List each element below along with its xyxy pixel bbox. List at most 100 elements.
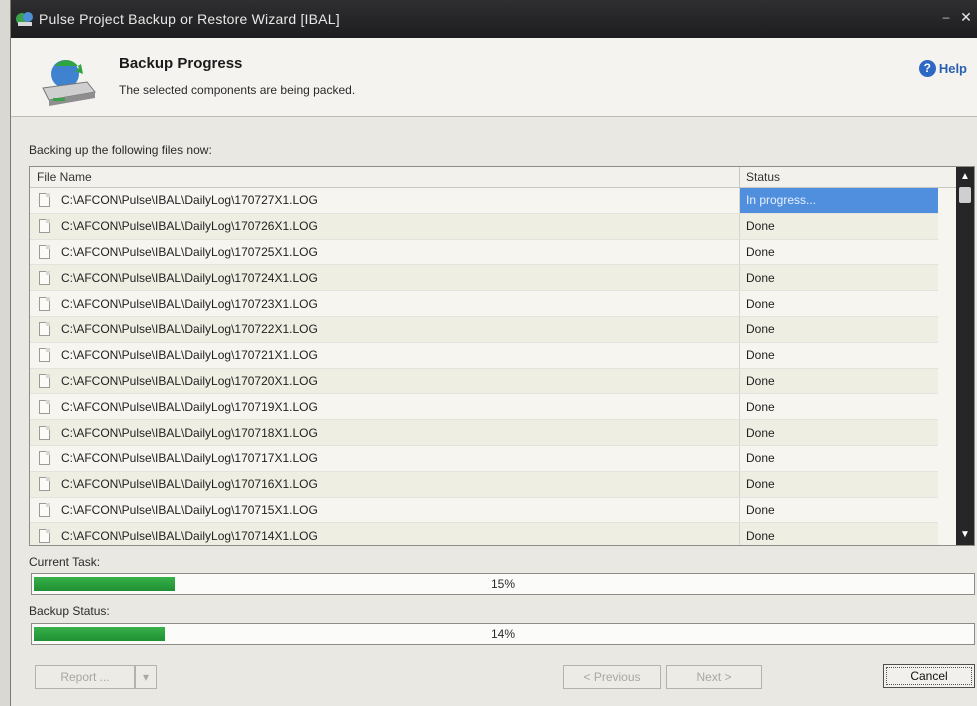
file-cell: C:\AFCON\Pulse\IBAL\DailyLog\170723X1.LO… bbox=[30, 291, 740, 316]
file-icon bbox=[39, 399, 50, 414]
status-cell: Done bbox=[746, 296, 775, 311]
file-cell: C:\AFCON\Pulse\IBAL\DailyLog\170714X1.LO… bbox=[30, 523, 740, 545]
file-path: C:\AFCON\Pulse\IBAL\DailyLog\170725X1.LO… bbox=[61, 244, 318, 259]
previous-button[interactable]: < Previous bbox=[563, 665, 661, 689]
table-row[interactable]: C:\AFCON\Pulse\IBAL\DailyLog\170723X1.LO… bbox=[30, 291, 938, 317]
report-button[interactable]: Report ... bbox=[35, 665, 135, 689]
file-cell: C:\AFCON\Pulse\IBAL\DailyLog\170725X1.LO… bbox=[30, 239, 740, 265]
table-row[interactable]: C:\AFCON\Pulse\IBAL\DailyLog\170727X1.LO… bbox=[30, 188, 938, 214]
minimize-button[interactable]: – bbox=[937, 8, 955, 26]
backup-drive-icon bbox=[42, 60, 96, 106]
next-button[interactable]: Next > bbox=[666, 665, 762, 689]
window-title: Pulse Project Backup or Restore Wizard [… bbox=[39, 11, 340, 27]
file-cell: C:\AFCON\Pulse\IBAL\DailyLog\170721X1.LO… bbox=[30, 342, 740, 368]
file-path: C:\AFCON\Pulse\IBAL\DailyLog\170726X1.LO… bbox=[61, 219, 318, 234]
file-cell: C:\AFCON\Pulse\IBAL\DailyLog\170715X1.LO… bbox=[30, 497, 740, 523]
table-row[interactable]: C:\AFCON\Pulse\IBAL\DailyLog\170719X1.LO… bbox=[30, 394, 938, 421]
page-title: Backup Progress bbox=[119, 55, 243, 72]
report-dropdown-button[interactable]: ▾ bbox=[135, 665, 157, 689]
table-row[interactable]: C:\AFCON\Pulse\IBAL\DailyLog\170726X1.LO… bbox=[30, 213, 938, 240]
file-icon bbox=[39, 296, 50, 311]
backup-status-label: Backup Status: bbox=[29, 604, 110, 618]
current-task-label: Current Task: bbox=[29, 555, 101, 569]
close-button[interactable]: ✕ bbox=[957, 8, 975, 26]
table-rows: C:\AFCON\Pulse\IBAL\DailyLog\170727X1.LO… bbox=[30, 188, 938, 545]
file-path: C:\AFCON\Pulse\IBAL\DailyLog\170715X1.LO… bbox=[61, 502, 318, 517]
scroll-thumb[interactable] bbox=[959, 187, 971, 203]
file-path: C:\AFCON\Pulse\IBAL\DailyLog\170722X1.LO… bbox=[61, 322, 318, 337]
status-cell: Done bbox=[746, 219, 775, 234]
file-icon bbox=[39, 193, 50, 208]
status-cell: Done bbox=[746, 425, 775, 440]
backup-status-percent: 14% bbox=[490, 627, 516, 641]
file-path: C:\AFCON\Pulse\IBAL\DailyLog\170720X1.LO… bbox=[61, 373, 318, 388]
column-header-file-name[interactable]: File Name bbox=[30, 167, 740, 187]
file-path: C:\AFCON\Pulse\IBAL\DailyLog\170718X1.LO… bbox=[61, 425, 318, 440]
file-path: C:\AFCON\Pulse\IBAL\DailyLog\170719X1.LO… bbox=[61, 399, 318, 414]
current-task-progress-bar: 15% bbox=[31, 573, 975, 595]
file-cell: C:\AFCON\Pulse\IBAL\DailyLog\170716X1.LO… bbox=[30, 471, 740, 497]
file-icon bbox=[39, 373, 50, 388]
vertical-scrollbar[interactable]: ▲ ▼ bbox=[956, 167, 974, 545]
file-path: C:\AFCON\Pulse\IBAL\DailyLog\170714X1.LO… bbox=[61, 528, 318, 543]
file-path: C:\AFCON\Pulse\IBAL\DailyLog\170724X1.LO… bbox=[61, 270, 318, 285]
cancel-button[interactable]: Cancel bbox=[883, 664, 975, 688]
table-row[interactable]: C:\AFCON\Pulse\IBAL\DailyLog\170725X1.LO… bbox=[30, 239, 938, 266]
wizard-header: Backup Progress The selected components … bbox=[11, 38, 977, 117]
status-cell: Done bbox=[746, 502, 775, 517]
file-cell: C:\AFCON\Pulse\IBAL\DailyLog\170719X1.LO… bbox=[30, 394, 740, 420]
file-icon bbox=[39, 502, 50, 517]
status-cell: Done bbox=[746, 322, 775, 337]
table-row[interactable]: C:\AFCON\Pulse\IBAL\DailyLog\170721X1.LO… bbox=[30, 342, 938, 369]
chevron-down-icon: ▾ bbox=[142, 670, 150, 684]
status-cell: Done bbox=[746, 451, 775, 466]
status-cell: Done bbox=[746, 373, 775, 388]
table-row[interactable]: C:\AFCON\Pulse\IBAL\DailyLog\170716X1.LO… bbox=[30, 471, 938, 498]
file-path: C:\AFCON\Pulse\IBAL\DailyLog\170717X1.LO… bbox=[61, 451, 318, 466]
help-link[interactable]: ? Help bbox=[918, 60, 967, 77]
table-row[interactable]: C:\AFCON\Pulse\IBAL\DailyLog\170714X1.LO… bbox=[30, 523, 938, 545]
file-path: C:\AFCON\Pulse\IBAL\DailyLog\170727X1.LO… bbox=[61, 193, 318, 208]
files-table: File Name Status C:\AFCON\Pulse\IBAL\Dai… bbox=[29, 166, 975, 546]
file-cell: C:\AFCON\Pulse\IBAL\DailyLog\170722X1.LO… bbox=[30, 316, 740, 342]
file-icon bbox=[39, 451, 50, 466]
status-cell: In progress... bbox=[740, 188, 938, 213]
column-header-status[interactable]: Status bbox=[740, 167, 938, 187]
file-icon bbox=[39, 425, 50, 440]
table-row[interactable]: C:\AFCON\Pulse\IBAL\DailyLog\170715X1.LO… bbox=[30, 497, 938, 524]
status-cell: Done bbox=[746, 399, 775, 414]
status-cell: Done bbox=[746, 244, 775, 259]
scroll-down-icon[interactable]: ▼ bbox=[956, 527, 974, 543]
current-task-percent: 15% bbox=[490, 577, 516, 591]
backup-status-progress-bar: 14% bbox=[31, 623, 975, 645]
app-icon bbox=[16, 12, 33, 26]
files-label: Backing up the following files now: bbox=[29, 143, 212, 157]
scroll-up-icon[interactable]: ▲ bbox=[956, 169, 974, 185]
table-row[interactable]: C:\AFCON\Pulse\IBAL\DailyLog\170722X1.LO… bbox=[30, 316, 938, 343]
file-icon bbox=[39, 348, 50, 363]
file-path: C:\AFCON\Pulse\IBAL\DailyLog\170716X1.LO… bbox=[61, 477, 318, 492]
table-row[interactable]: C:\AFCON\Pulse\IBAL\DailyLog\170724X1.LO… bbox=[30, 265, 938, 292]
wizard-window: Pulse Project Backup or Restore Wizard [… bbox=[10, 0, 977, 706]
help-icon: ? bbox=[918, 60, 936, 77]
file-path: C:\AFCON\Pulse\IBAL\DailyLog\170721X1.LO… bbox=[61, 348, 318, 363]
table-row[interactable]: C:\AFCON\Pulse\IBAL\DailyLog\170718X1.LO… bbox=[30, 420, 938, 446]
file-cell: C:\AFCON\Pulse\IBAL\DailyLog\170718X1.LO… bbox=[30, 420, 740, 445]
file-icon bbox=[39, 219, 50, 234]
help-label: Help bbox=[938, 61, 967, 76]
table-row[interactable]: C:\AFCON\Pulse\IBAL\DailyLog\170720X1.LO… bbox=[30, 368, 938, 395]
status-cell: Done bbox=[746, 270, 775, 285]
page-subtitle: The selected components are being packed… bbox=[119, 83, 356, 97]
file-cell: C:\AFCON\Pulse\IBAL\DailyLog\170726X1.LO… bbox=[30, 213, 740, 239]
file-icon bbox=[39, 270, 50, 285]
file-cell: C:\AFCON\Pulse\IBAL\DailyLog\170727X1.LO… bbox=[30, 188, 740, 213]
status-cell: Done bbox=[746, 528, 775, 543]
table-header: File Name Status bbox=[30, 167, 974, 188]
status-cell: Done bbox=[746, 348, 775, 363]
file-cell: C:\AFCON\Pulse\IBAL\DailyLog\170720X1.LO… bbox=[30, 368, 740, 394]
title-bar: Pulse Project Backup or Restore Wizard [… bbox=[11, 0, 977, 38]
status-cell: Done bbox=[746, 477, 775, 492]
file-icon bbox=[39, 528, 50, 543]
table-row[interactable]: C:\AFCON\Pulse\IBAL\DailyLog\170717X1.LO… bbox=[30, 445, 938, 472]
file-path: C:\AFCON\Pulse\IBAL\DailyLog\170723X1.LO… bbox=[61, 296, 318, 311]
